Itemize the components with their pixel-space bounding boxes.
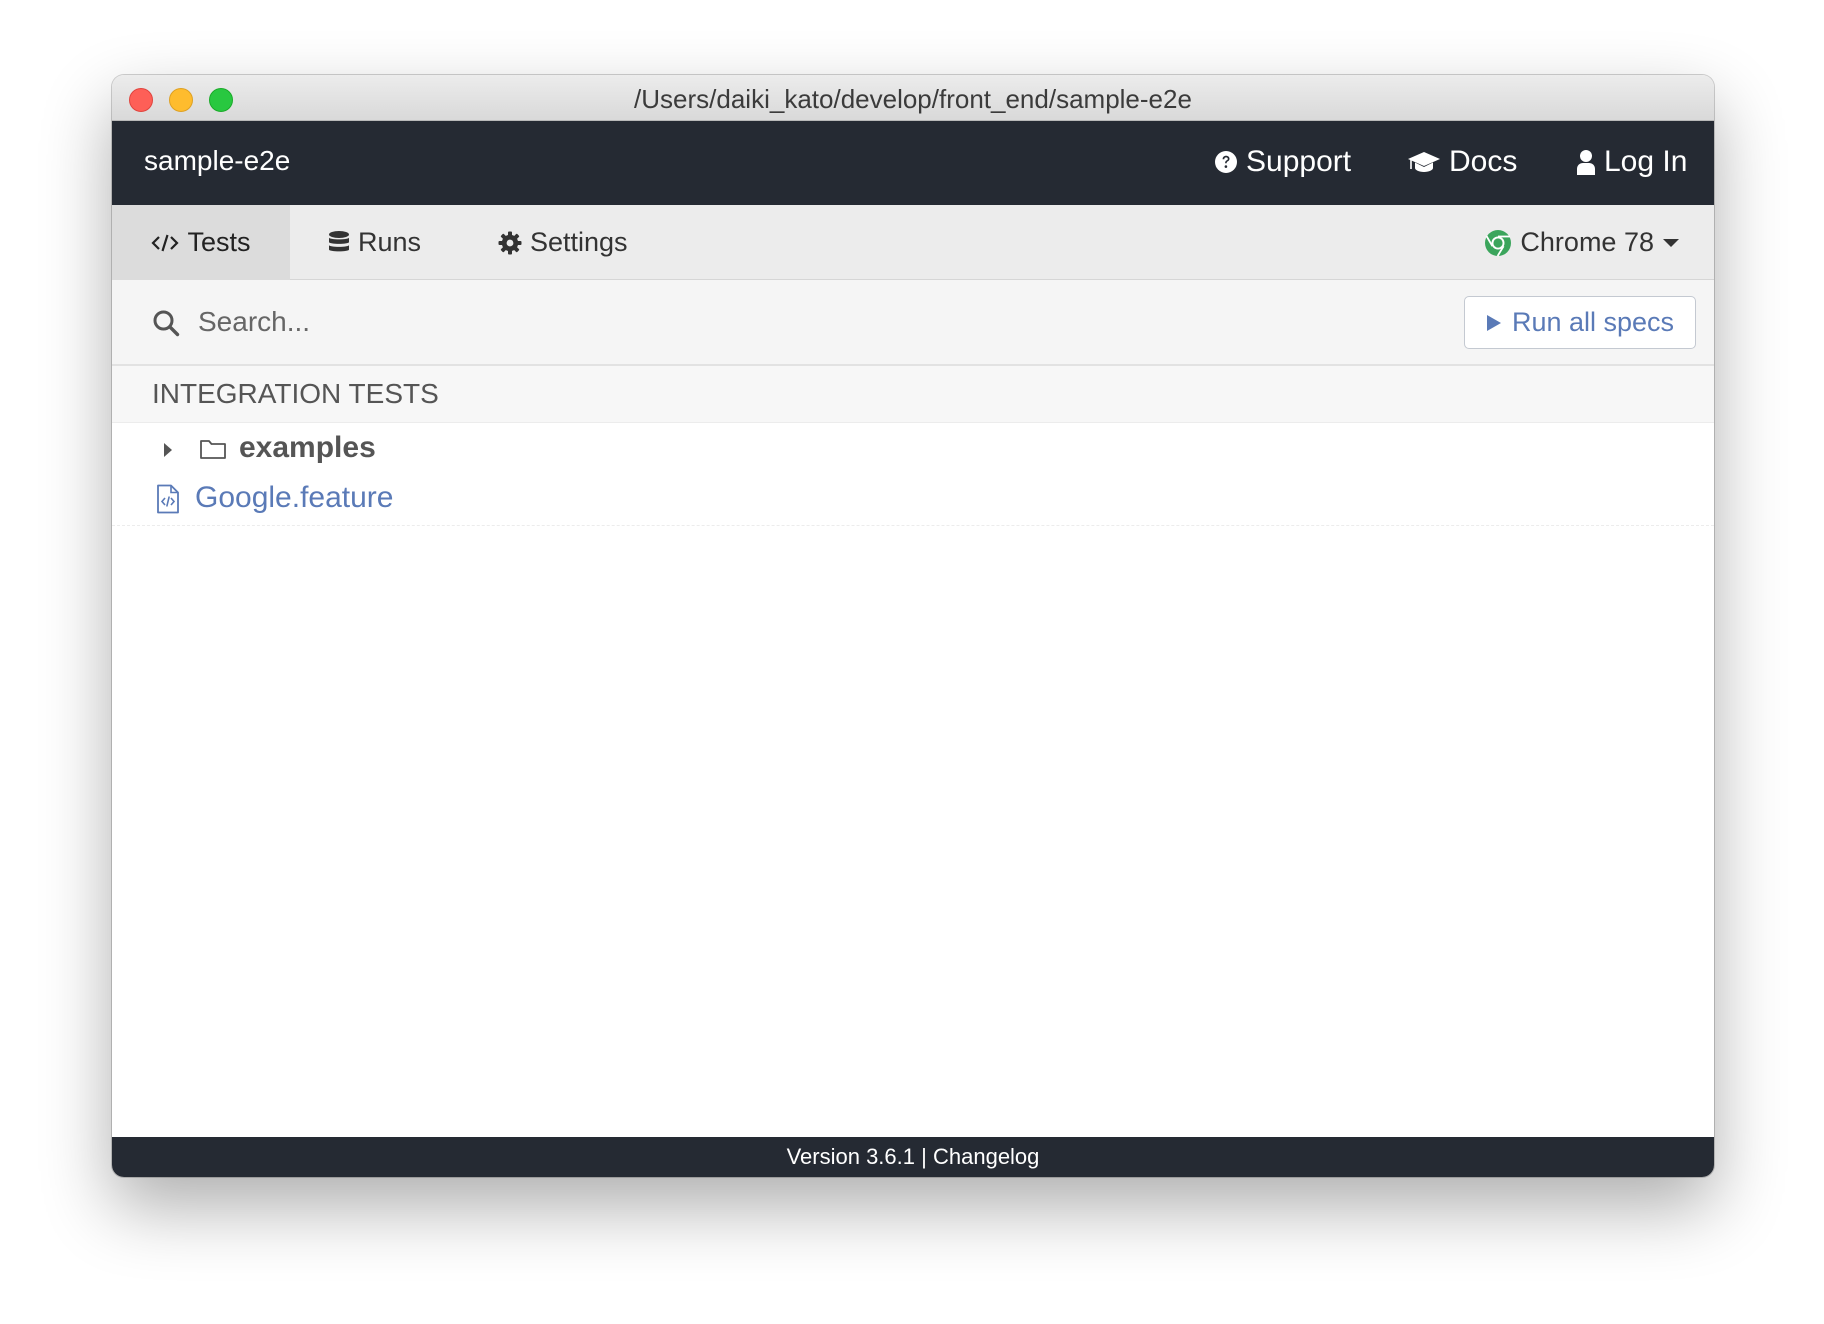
docs-label: Docs <box>1449 145 1517 179</box>
app-window: /Users/daiki_kato/develop/front_end/samp… <box>112 75 1714 1177</box>
folder-row-examples[interactable]: examples <box>112 425 1714 475</box>
tab-runs-label: Runs <box>358 227 421 258</box>
window-titlebar: /Users/daiki_kato/develop/front_end/samp… <box>112 75 1714 121</box>
graduation-cap-icon <box>1407 149 1441 175</box>
database-icon <box>328 230 350 256</box>
search-icon <box>152 309 180 342</box>
tab-tests-label: Tests <box>187 227 250 258</box>
section-title: INTEGRATION TESTS <box>152 378 439 410</box>
app-footer: Version 3.6.1 | Changelog <box>112 1137 1714 1177</box>
caret-down-icon <box>1662 237 1680 249</box>
login-link[interactable]: Log In <box>1576 145 1687 179</box>
chrome-icon <box>1484 229 1512 257</box>
spec-file-link[interactable]: Google.feature <box>195 481 393 515</box>
footer-separator: | <box>921 1144 927 1169</box>
top-navbar: sample-e2e Support Docs Log In <box>112 121 1714 205</box>
tab-tests[interactable]: Tests <box>112 205 290 280</box>
support-label: Support <box>1246 145 1351 179</box>
folder-label: examples <box>239 431 376 465</box>
run-all-specs-button[interactable]: Run all specs <box>1464 296 1696 349</box>
version-text: Version 3.6.1 <box>787 1144 915 1169</box>
tab-settings[interactable]: Settings <box>498 205 628 280</box>
integration-tests-header: INTEGRATION TESTS <box>112 366 1714 423</box>
search-input[interactable] <box>198 300 1098 344</box>
tab-runs[interactable]: Runs <box>328 205 421 280</box>
window-title: /Users/daiki_kato/develop/front_end/samp… <box>112 84 1714 115</box>
code-file-icon <box>156 484 180 514</box>
caret-right-icon[interactable] <box>162 441 174 459</box>
project-name: sample-e2e <box>144 145 290 177</box>
spec-file-row[interactable]: Google.feature <box>112 475 1714 525</box>
user-icon <box>1576 149 1596 175</box>
run-all-label: Run all specs <box>1512 307 1674 338</box>
support-link[interactable]: Support <box>1214 145 1351 179</box>
spec-tree: examples Google.feature <box>112 423 1714 526</box>
browser-label: Chrome 78 <box>1520 227 1654 258</box>
main-tabs: Tests Runs Settings <box>112 205 1714 280</box>
spec-search-bar: Run all specs <box>112 280 1714 366</box>
code-icon <box>151 232 179 254</box>
folder-icon <box>199 437 227 461</box>
docs-link[interactable]: Docs <box>1407 145 1517 179</box>
question-circle-icon <box>1214 150 1238 174</box>
tab-settings-label: Settings <box>530 227 628 258</box>
login-label: Log In <box>1604 145 1687 179</box>
changelog-link[interactable]: Changelog <box>933 1144 1039 1169</box>
browser-dropdown[interactable]: Chrome 78 <box>1484 205 1680 280</box>
gear-icon <box>498 231 522 255</box>
play-icon <box>1486 314 1502 332</box>
